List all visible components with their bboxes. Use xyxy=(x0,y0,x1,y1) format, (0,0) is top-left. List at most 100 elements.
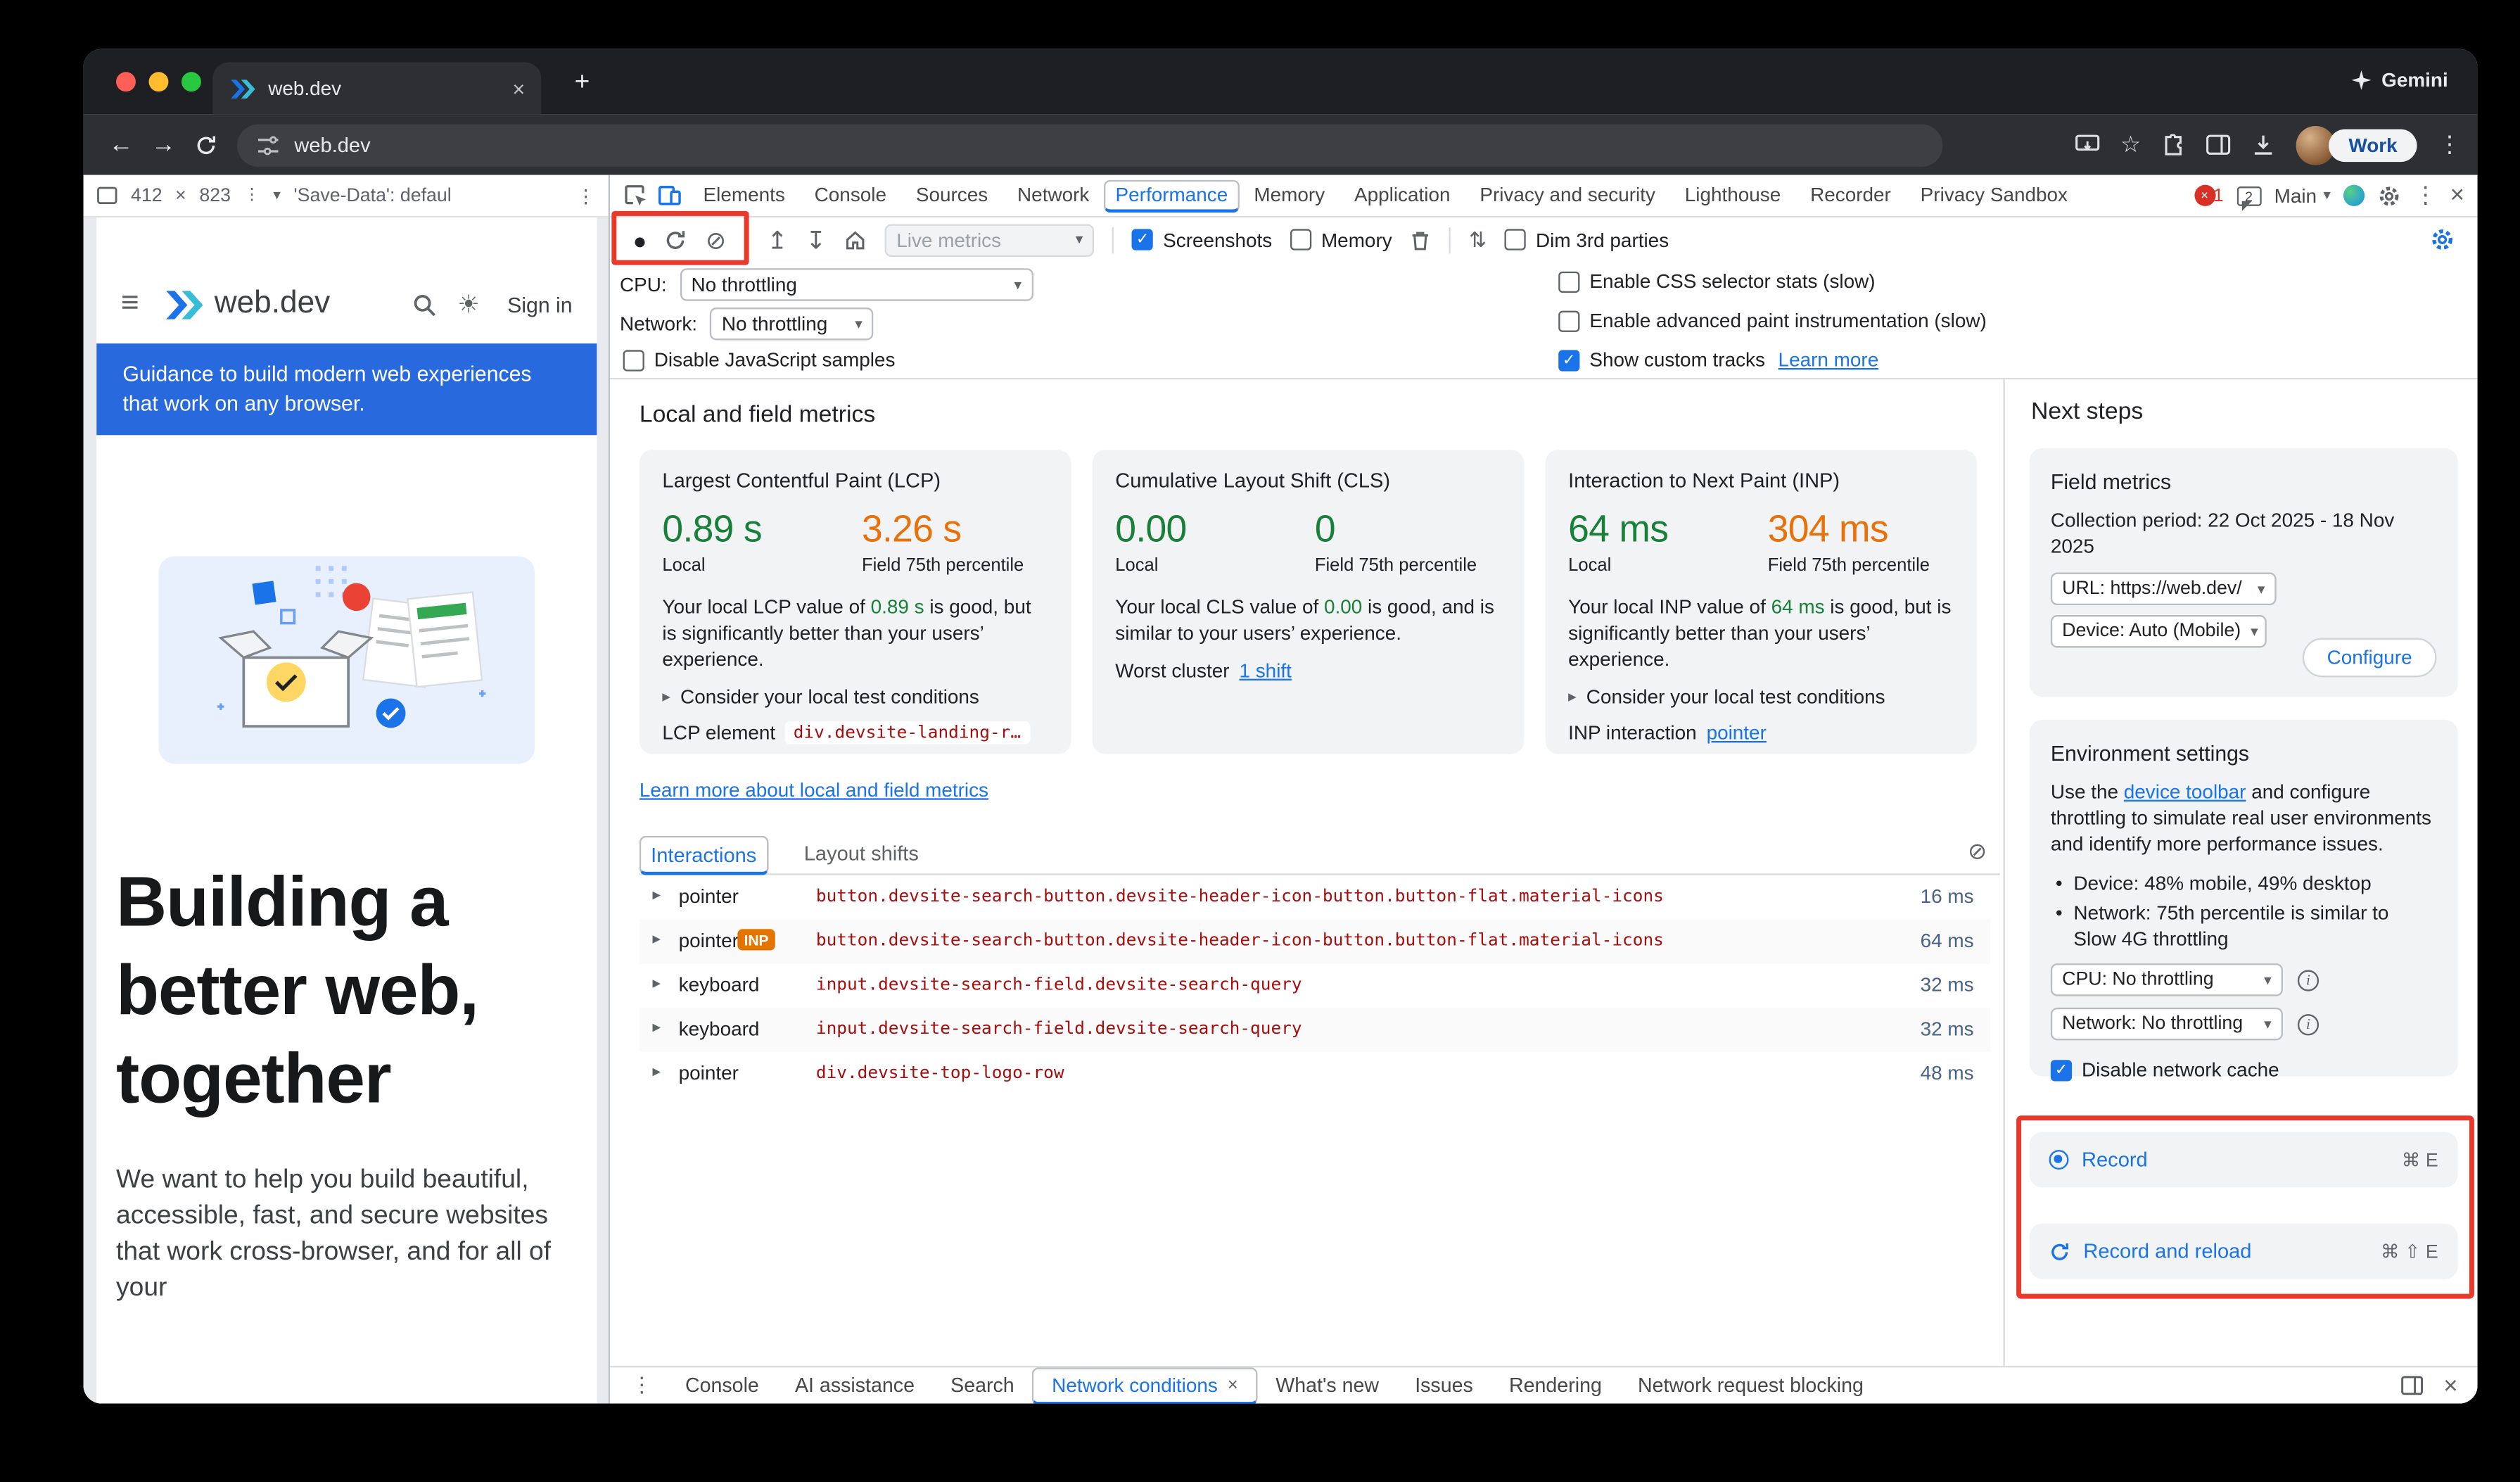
clear-interactions-icon[interactable]: ⊘ xyxy=(1968,837,1987,866)
viewport-height[interactable]: 823 xyxy=(199,186,231,205)
tab-recorder[interactable]: Recorder xyxy=(1795,175,1906,217)
viewport-width[interactable]: 412 xyxy=(131,186,163,205)
address-bar[interactable]: web.dev xyxy=(237,123,1942,165)
reload-button[interactable] xyxy=(185,123,227,165)
close-window-button[interactable] xyxy=(116,72,136,91)
downloads-icon[interactable] xyxy=(2252,133,2275,156)
paint-instrumentation-checkbox[interactable]: Enable advanced paint instrumentation (s… xyxy=(1558,309,1987,332)
drawer-issues[interactable]: Issues xyxy=(1397,1367,1491,1403)
inp-disclosure[interactable]: ▸ Consider your local test conditions xyxy=(1568,685,1954,709)
live-metrics-select[interactable]: Live metrics ▾ xyxy=(885,223,1095,255)
load-profile-icon[interactable]: ↧ xyxy=(806,225,826,255)
hamburger-menu-icon[interactable]: ≡ xyxy=(121,286,139,322)
interaction-row[interactable]: ▸ pointer INP button.devsite-search-butt… xyxy=(639,919,1990,963)
expand-caret-icon[interactable]: ▸ xyxy=(652,931,661,949)
interaction-row[interactable]: ▸ keyboard input.devsite-search-field.de… xyxy=(639,963,1990,1008)
search-icon[interactable] xyxy=(412,292,436,317)
extensions-icon[interactable] xyxy=(2162,133,2185,156)
dim-3rd-parties-checkbox[interactable]: Dim 3rd parties xyxy=(1505,228,1669,251)
browser-tab[interactable]: web.dev × xyxy=(212,62,541,114)
configure-button[interactable]: Configure xyxy=(2303,638,2437,678)
device-toolbar-link[interactable]: device toolbar xyxy=(2124,780,2246,804)
cls-shift-link[interactable]: 1 shift xyxy=(1239,659,1291,683)
info-icon[interactable]: i xyxy=(2298,1013,2319,1034)
tab-application[interactable]: Application xyxy=(1339,175,1465,217)
cpu-throttling-select[interactable]: No throttling ▾ xyxy=(680,268,1033,300)
sign-in-link[interactable]: Sign in xyxy=(507,292,572,317)
throughput-icon[interactable]: ⇅ xyxy=(1469,227,1487,253)
lcp-element-chip[interactable]: div.devsite-landing-row-ite… xyxy=(785,721,1031,745)
context-selector[interactable]: Main ▾ xyxy=(2274,184,2331,208)
expand-caret-icon[interactable]: ▸ xyxy=(652,975,661,993)
drawer-close-icon[interactable]: × xyxy=(2443,1372,2457,1400)
drawer-ai-assistance[interactable]: AI assistance xyxy=(777,1367,932,1403)
custom-tracks-checkbox[interactable]: ✓ Show custom tracks xyxy=(1558,348,1765,372)
expand-caret-icon[interactable]: ▸ xyxy=(652,887,661,905)
interaction-row[interactable]: ▸ keyboard input.devsite-search-field.de… xyxy=(639,1008,1990,1052)
tab-memory[interactable]: Memory xyxy=(1240,175,1340,217)
drawer-network-request-blocking[interactable]: Network request blocking xyxy=(1619,1367,1881,1403)
maximize-window-button[interactable] xyxy=(182,72,201,91)
device-select[interactable]: Device: Auto (Mobile) ▾ xyxy=(2051,615,2267,647)
expand-caret-icon[interactable]: ▸ xyxy=(652,1063,661,1082)
record-and-reload-row[interactable]: Record and reload ⌘ ⇧ E xyxy=(2030,1224,2458,1279)
site-logo[interactable]: web.dev xyxy=(162,286,330,322)
save-profile-icon[interactable]: ↥ xyxy=(767,225,787,255)
info-icon[interactable]: i xyxy=(2298,969,2319,990)
drawer-console[interactable]: Console xyxy=(667,1367,777,1403)
tab-elements[interactable]: Elements xyxy=(689,175,800,217)
viewport-size-icon[interactable] xyxy=(96,186,117,205)
record-button[interactable]: ● xyxy=(633,228,647,251)
new-tab-button[interactable]: + xyxy=(564,65,600,101)
tab-privacy-security[interactable]: Privacy and security xyxy=(1465,175,1669,217)
network-throttling-select[interactable]: No throttling ▾ xyxy=(711,308,874,340)
expand-caret-icon[interactable]: ▸ xyxy=(652,1019,661,1037)
install-icon[interactable] xyxy=(2075,134,2099,156)
interaction-row[interactable]: ▸ pointer button.devsite-search-button.d… xyxy=(639,875,1990,920)
tab-interactions[interactable]: Interactions xyxy=(639,836,768,875)
drawer-whats-new[interactable]: What's new xyxy=(1258,1367,1397,1403)
tab-privacy-sandbox[interactable]: Privacy Sandbox xyxy=(1906,175,2082,217)
error-indicator[interactable]: × 1 xyxy=(2194,185,2223,206)
garbage-collect-icon[interactable] xyxy=(1410,228,1431,251)
drawer-menu-icon[interactable]: ⋮ xyxy=(610,1372,667,1398)
tab-sources[interactable]: Sources xyxy=(901,175,1003,217)
device-toolbar-menu-icon[interactable]: ⋮ xyxy=(576,184,595,208)
home-icon[interactable] xyxy=(844,228,867,251)
lcp-disclosure[interactable]: ▸ Consider your local test conditions xyxy=(662,685,1048,709)
interaction-row[interactable]: ▸ pointer div.devsite-top-logo-row 48 ms xyxy=(639,1052,1990,1096)
inp-pointer-link[interactable]: pointer xyxy=(1707,721,1767,745)
tab-network[interactable]: Network xyxy=(1003,175,1104,217)
record-and-reload-button[interactable] xyxy=(665,228,688,251)
env-network-select[interactable]: Network: No throttling ▾ xyxy=(2051,1008,2283,1040)
learn-more-link[interactable]: Learn more xyxy=(1778,348,1879,372)
bookmark-star-icon[interactable]: ☆ xyxy=(2120,131,2141,159)
site-banner[interactable]: Guidance to build modern web experiences… xyxy=(96,343,597,435)
memory-checkbox[interactable]: Memory xyxy=(1290,228,1392,251)
issues-icon[interactable]: 2 xyxy=(2236,186,2261,205)
tab-close-icon[interactable]: × xyxy=(513,77,526,99)
disable-cache-checkbox[interactable]: ✓ Disable network cache xyxy=(2051,1058,2437,1082)
side-panel-icon[interactable] xyxy=(2206,134,2231,156)
gemini-chip[interactable]: Gemini xyxy=(2352,69,2448,92)
dpr-icon[interactable]: ⋮ xyxy=(244,186,260,205)
tab-console[interactable]: Console xyxy=(800,175,901,217)
close-icon[interactable]: × xyxy=(1228,1367,1238,1402)
network-throttle-select[interactable]: 'Save-Data': defaul xyxy=(294,186,564,205)
devtools-settings-gear-icon[interactable] xyxy=(2378,184,2401,208)
drawer-rendering[interactable]: Rendering xyxy=(1491,1367,1619,1403)
minimize-window-button[interactable] xyxy=(149,72,169,91)
inspect-icon[interactable] xyxy=(623,183,648,208)
screenshots-checkbox[interactable]: ✓ Screenshots xyxy=(1132,228,1272,251)
browser-menu-icon[interactable]: ⋮ xyxy=(2438,131,2462,159)
tab-performance[interactable]: Performance xyxy=(1104,179,1239,212)
theme-toggle-icon[interactable]: ☀ xyxy=(457,289,479,319)
record-row[interactable]: Record ⌘ E xyxy=(2030,1132,2458,1188)
site-settings-icon[interactable] xyxy=(257,133,280,156)
drawer-network-conditions[interactable]: Network conditions × xyxy=(1032,1367,1257,1403)
clear-button[interactable]: ⊘ xyxy=(706,225,726,255)
device-toolbar-toggle-icon[interactable] xyxy=(657,183,682,208)
drawer-search[interactable]: Search xyxy=(933,1367,1033,1403)
tab-layout-shifts[interactable]: Layout shifts xyxy=(804,836,919,875)
devtools-close-icon[interactable]: × xyxy=(2450,182,2464,210)
